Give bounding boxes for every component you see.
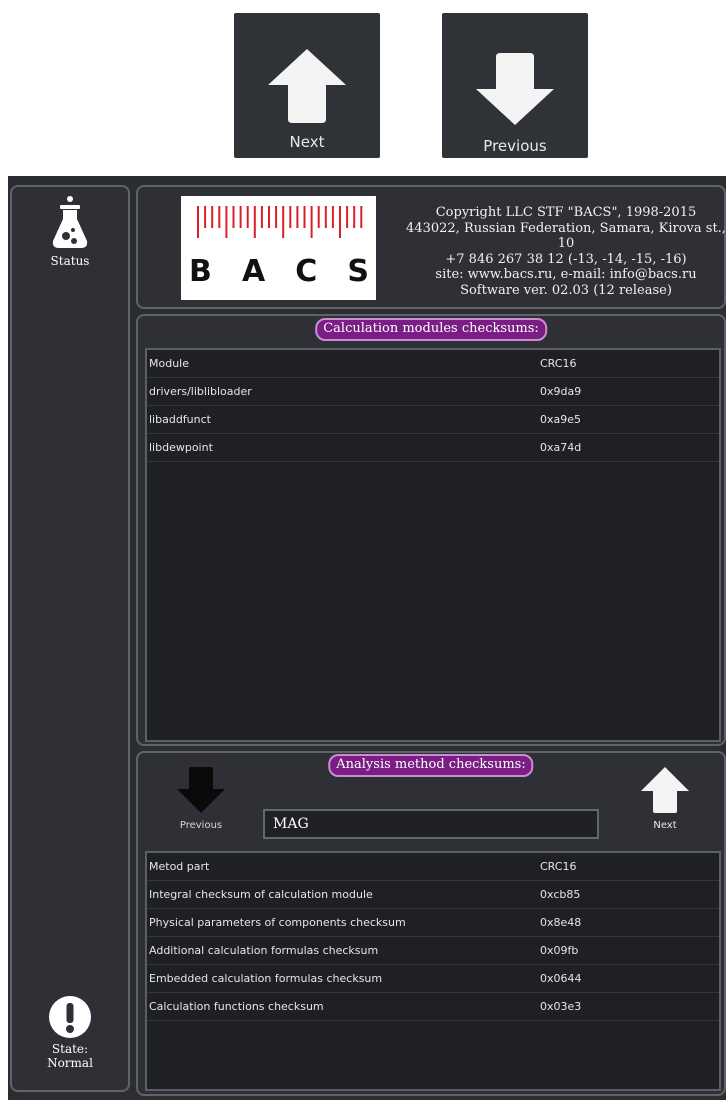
column-header-part: Metod part	[149, 860, 210, 873]
table-row[interactable]: Additional calculation formulas checksum…	[147, 937, 719, 965]
method-name-field[interactable]: MAG	[263, 809, 599, 839]
exclamation-icon	[49, 996, 91, 1038]
column-header-crc: CRC16	[540, 357, 577, 370]
arrow-down-icon	[177, 767, 225, 813]
table-header-row: Module CRC16	[147, 350, 719, 378]
top-previous-label: Previous	[483, 137, 547, 155]
table-row[interactable]: libdewpoint 0xa74d	[147, 434, 719, 462]
table-row[interactable]: Physical parameters of components checks…	[147, 909, 719, 937]
table-row[interactable]: Integral checksum of calculation module …	[147, 881, 719, 909]
method-next-button[interactable]: Next	[630, 767, 700, 833]
table-row[interactable]: Embedded calculation formulas checksum 0…	[147, 965, 719, 993]
calc-modules-table: Module CRC16 drivers/liblibloader 0x9da9…	[145, 348, 721, 742]
logo-letter: S	[347, 254, 369, 289]
method-previous-label: Previous	[179, 820, 223, 831]
method-previous-button[interactable]: Previous	[166, 767, 236, 833]
sidebar: Status State: Normal	[10, 185, 130, 1092]
part-name: Calculation functions checksum	[149, 1000, 324, 1013]
calc-modules-title: Calculation modules checksums:	[315, 318, 547, 341]
method-checksums-table: Metod part CRC16 Integral checksum of ca…	[145, 851, 721, 1091]
part-name: Physical parameters of components checks…	[149, 916, 406, 929]
logo-letter: A	[241, 254, 266, 289]
address-line: 443022, Russian Federation, Samara, Kiro…	[406, 220, 726, 252]
table-row[interactable]: libaddfunct 0xa9e5	[147, 406, 719, 434]
part-crc: 0x03e3	[540, 1000, 582, 1013]
state-label-line2: Normal	[47, 1056, 93, 1070]
site-line: site: www.bacs.ru, e-mail: info@bacs.ru	[435, 267, 697, 282]
logo-letter: C	[295, 254, 318, 289]
header-panel: B A C S Copyright LLC STF "BACS", 1998-2…	[136, 185, 726, 309]
status-label: Status	[50, 254, 90, 268]
module-crc: 0xa9e5	[540, 413, 582, 426]
state-indicator: State: Normal	[12, 995, 128, 1070]
part-name: Embedded calculation formulas checksum	[149, 972, 383, 985]
analysis-method-panel: Analysis method checksums: Previous MAG …	[136, 751, 726, 1096]
arrow-up-icon	[641, 767, 689, 813]
status-button[interactable]: Status	[12, 195, 128, 268]
module-crc: 0x9da9	[540, 385, 582, 398]
phone-line: +7 846 267 38 12 (-13, -14, -15, -16)	[445, 251, 687, 267]
table-header-row: Metod part CRC16	[147, 853, 719, 881]
bacs-logo: B A C S	[181, 196, 376, 300]
module-name: libdewpoint	[149, 441, 213, 454]
logo-ruler-ticks	[197, 206, 363, 238]
version-line: Software ver. 02.03 (12 release)	[460, 282, 672, 298]
module-name: drivers/liblibloader	[149, 385, 252, 398]
app-window: Status State: Normal B A C S Copyright L…	[8, 176, 726, 1100]
copyright-info: Copyright LLC STF "BACS", 1998-2015 4430…	[403, 205, 726, 298]
top-previous-button[interactable]: Previous	[442, 13, 588, 158]
column-header-module: Module	[149, 357, 189, 370]
copyright-line: Copyright LLC STF "BACS", 1998-2015	[435, 205, 697, 220]
module-name: libaddfunct	[149, 413, 211, 426]
arrow-down-icon	[442, 53, 588, 125]
arrow-up-icon	[234, 49, 380, 123]
logo-text: B A C S	[189, 254, 369, 289]
part-crc: 0x8e48	[540, 916, 582, 929]
table-row[interactable]: drivers/liblibloader 0x9da9	[147, 378, 719, 406]
part-crc: 0x0644	[540, 972, 582, 985]
top-next-button[interactable]: Next	[234, 13, 380, 158]
column-header-crc: CRC16	[540, 860, 577, 873]
calc-modules-panel: Calculation modules checksums: Module CR…	[136, 314, 726, 746]
part-crc: 0x09fb	[540, 944, 579, 957]
module-crc: 0xa74d	[540, 441, 582, 454]
state-label-line1: State:	[51, 1042, 89, 1056]
analysis-method-title: Analysis method checksums:	[328, 754, 534, 777]
table-row[interactable]: Calculation functions checksum 0x03e3	[147, 993, 719, 1021]
part-crc: 0xcb85	[540, 888, 581, 901]
logo-letter: B	[189, 254, 212, 289]
top-next-label: Next	[289, 133, 325, 151]
part-name: Additional calculation formulas checksum	[149, 944, 379, 957]
part-name: Integral checksum of calculation module	[149, 888, 373, 901]
method-next-label: Next	[653, 820, 677, 831]
flask-icon	[52, 196, 88, 248]
